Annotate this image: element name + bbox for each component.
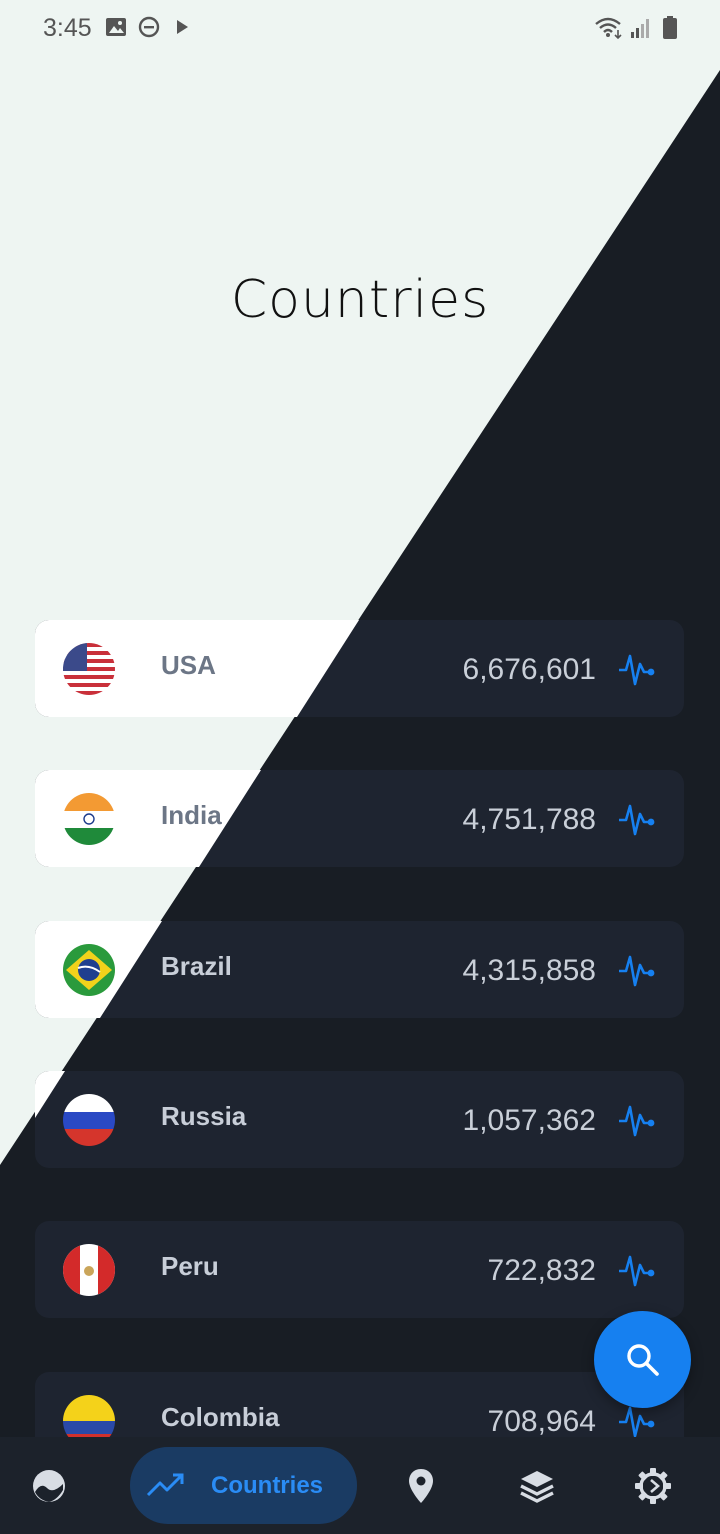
layers-icon <box>520 1471 554 1503</box>
case-count: 722,832 <box>487 1254 596 1287</box>
search-icon <box>627 1344 659 1376</box>
pulse-chart-icon[interactable] <box>618 800 656 838</box>
country-list: USA 6,676,601 India 4,751,788 Brazil 4,3… <box>0 0 720 1440</box>
nav-countries-label: Countries <box>211 1472 324 1499</box>
usa-flag-icon <box>63 643 115 695</box>
case-count: 708,964 <box>487 1405 596 1438</box>
trending-up-icon <box>146 1473 184 1497</box>
country-name: India <box>161 800 222 830</box>
peru-flag-icon <box>63 1244 115 1296</box>
image-icon <box>106 18 126 36</box>
country-name: Brazil <box>161 951 232 981</box>
globe-icon <box>33 1470 65 1502</box>
india-flag-icon <box>63 793 115 845</box>
status-time: 3:45 <box>43 14 92 42</box>
nav-item-settings[interactable] <box>604 1437 702 1534</box>
location-pin-icon <box>409 1469 433 1503</box>
country-card-brazil[interactable]: Brazil 4,315,858 <box>35 921 684 1018</box>
pulse-chart-icon[interactable] <box>618 951 656 989</box>
country-name: Colombia <box>161 1402 280 1432</box>
battery-icon <box>663 16 677 39</box>
country-card-peru[interactable]: Peru 722,832 <box>35 1221 684 1318</box>
bottom-navigation: Countries <box>0 1437 720 1534</box>
brazil-flag-icon <box>63 944 115 996</box>
search-fab-button[interactable] <box>594 1311 691 1408</box>
pulse-chart-icon[interactable] <box>618 1251 656 1289</box>
wifi-icon <box>595 17 622 40</box>
play-icon <box>177 20 188 34</box>
signal-icon <box>631 19 649 38</box>
russia-flag-icon <box>63 1094 115 1146</box>
settings-gear-icon <box>635 1468 671 1504</box>
colombia-flag-icon <box>63 1395 115 1440</box>
nav-item-layers[interactable] <box>488 1437 586 1534</box>
status-bar: 3:45 <box>0 0 720 56</box>
case-count: 4,751,788 <box>462 803 596 836</box>
case-count: 6,676,601 <box>462 653 596 686</box>
nav-item-location[interactable] <box>372 1437 470 1534</box>
country-card-india[interactable]: India 4,751,788 <box>35 770 684 867</box>
case-count: 4,315,858 <box>462 954 596 987</box>
do-not-disturb-icon <box>138 16 160 38</box>
country-card-colombia[interactable]: Colombia 708,964 <box>35 1372 684 1440</box>
page-title: Countries <box>230 270 490 330</box>
country-card-russia[interactable]: Russia 1,057,362 <box>35 1071 684 1168</box>
case-count: 1,057,362 <box>462 1104 596 1137</box>
nav-item-globe[interactable] <box>0 1437 98 1534</box>
nav-item-countries[interactable]: Countries <box>130 1447 357 1524</box>
pulse-chart-icon[interactable] <box>618 1101 656 1139</box>
country-card-usa[interactable]: USA 6,676,601 <box>35 620 684 717</box>
country-name: USA <box>161 650 216 680</box>
country-name: Russia <box>161 1101 247 1131</box>
pulse-chart-icon[interactable] <box>618 650 656 688</box>
country-name: Peru <box>161 1251 219 1281</box>
